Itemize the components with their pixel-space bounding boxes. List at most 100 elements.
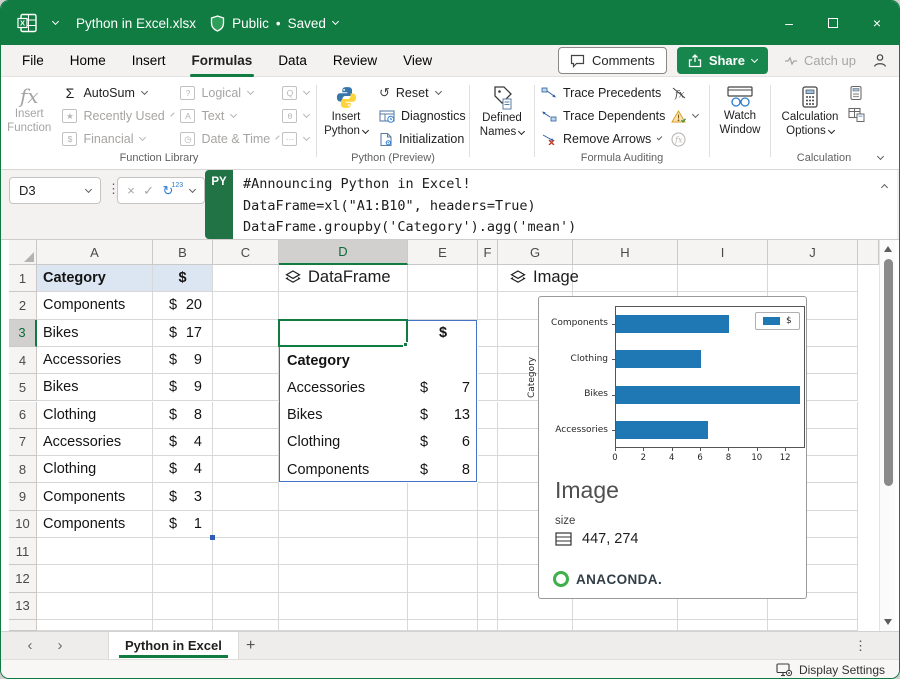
text-button[interactable]: A Text: [177, 105, 273, 127]
cell-A3[interactable]: Bikes: [37, 320, 153, 347]
tab-view[interactable]: View: [390, 45, 445, 77]
grid-cell-F4[interactable]: [478, 347, 498, 374]
row-header-2[interactable]: 2: [9, 292, 37, 319]
add-sheet-button[interactable]: +: [246, 637, 255, 655]
row-header-4[interactable]: 4: [9, 347, 37, 374]
grid-cell-C1[interactable]: [213, 265, 279, 292]
trace-dependents-button[interactable]: Trace Dependents: [538, 105, 664, 127]
comments-button[interactable]: Comments: [558, 47, 667, 74]
cell-B1-value-header[interactable]: $: [153, 265, 213, 292]
prev-sheet-button[interactable]: ‹: [15, 637, 45, 654]
grid-cell-F10[interactable]: [478, 511, 498, 538]
row-header-3[interactable]: 3: [9, 320, 37, 347]
grid-cell-B14[interactable]: [153, 620, 213, 631]
tab-home[interactable]: Home: [57, 45, 119, 77]
grid-cell-C10[interactable]: [213, 511, 279, 538]
row-header-10[interactable]: 10: [9, 511, 37, 538]
select-all-corner[interactable]: [9, 240, 37, 265]
formula-input[interactable]: #Announcing Python in Excel!DataFrame=xl…: [233, 170, 897, 239]
grid-cell-F3[interactable]: [478, 320, 498, 347]
grid-cell-F12[interactable]: [478, 565, 498, 592]
grid-cell-B11[interactable]: [153, 538, 213, 565]
grid-cell-D13[interactable]: [279, 593, 408, 620]
grid-cell-C5[interactable]: [213, 374, 279, 401]
column-header-F[interactable]: F: [478, 240, 498, 265]
grid-cell-D14[interactable]: [279, 620, 408, 631]
reset-button[interactable]: ↺ Reset: [376, 82, 464, 104]
grid-cell-E10[interactable]: [408, 511, 478, 538]
insert-function-button[interactable]: fx Insert Function: [5, 82, 53, 150]
grid-cell-B13[interactable]: [153, 593, 213, 620]
cell-B4[interactable]: $9: [153, 347, 213, 374]
trace-precedents-button[interactable]: Trace Precedents: [538, 82, 664, 104]
grid-cell-E1[interactable]: [408, 265, 478, 292]
scroll-down-arrow[interactable]: [884, 619, 892, 625]
grid-cell-C2[interactable]: [213, 292, 279, 319]
sheet-bar-menu[interactable]: ⋮: [854, 638, 867, 654]
grid-cell-F8[interactable]: [478, 456, 498, 483]
tab-review[interactable]: Review: [320, 45, 390, 77]
cell-B6[interactable]: $8: [153, 402, 213, 429]
grid-cell-F13[interactable]: [478, 593, 498, 620]
grid-cell-F2[interactable]: [478, 292, 498, 319]
selected-cell-D3[interactable]: [278, 319, 408, 347]
cell-A10[interactable]: Components: [37, 511, 153, 538]
grid-cell-B12[interactable]: [153, 565, 213, 592]
watch-window-button[interactable]: Watch Window: [713, 82, 767, 169]
row-header-7[interactable]: 7: [9, 429, 37, 456]
share-button[interactable]: Share: [677, 47, 768, 74]
cancel-icon[interactable]: ×: [127, 183, 135, 198]
python-formula-icon[interactable]: ↻123: [162, 183, 173, 199]
column-header-H[interactable]: H: [573, 240, 678, 265]
cell-A9[interactable]: Components: [37, 483, 153, 510]
people-icon[interactable]: [872, 53, 889, 68]
defined-names-button[interactable]: Defined Names: [474, 82, 530, 169]
grid-cell-E12[interactable]: [408, 565, 478, 592]
grid-cell-H14[interactable]: [573, 620, 678, 631]
grid-cell-C4[interactable]: [213, 347, 279, 374]
cell-A4[interactable]: Accessories: [37, 347, 153, 374]
tab-file[interactable]: File: [9, 45, 57, 77]
grid-cell-I1[interactable]: [678, 265, 768, 292]
date-time-button[interactable]: ◷ Date & Time: [177, 128, 273, 150]
grid-cell-C14[interactable]: [213, 620, 279, 631]
cell-A6[interactable]: Clothing: [37, 402, 153, 429]
grid-cell-C11[interactable]: [213, 538, 279, 565]
grid-cell-D2[interactable]: [279, 292, 408, 319]
grid-cell-G14[interactable]: [498, 620, 573, 631]
grid-cell-C13[interactable]: [213, 593, 279, 620]
close-button[interactable]: ×: [855, 1, 899, 45]
next-sheet-button[interactable]: ›: [45, 637, 75, 654]
cell-B3[interactable]: $17: [153, 320, 213, 347]
tab-formulas[interactable]: Formulas: [179, 45, 266, 77]
catch-up-button[interactable]: Catch up: [778, 53, 862, 68]
calculate-now-button[interactable]: [848, 85, 870, 101]
row-header-13[interactable]: 13: [9, 593, 37, 620]
insert-python-button[interactable]: Insert Python: [320, 82, 372, 150]
cell-B9[interactable]: $3: [153, 483, 213, 510]
sheet-tab-active[interactable]: Python in Excel: [108, 632, 239, 659]
grid-cell-D10[interactable]: [279, 511, 408, 538]
diagnostics-button[interactable]: Diagnostics: [376, 105, 464, 127]
cell-B7[interactable]: $4: [153, 429, 213, 456]
column-header-J[interactable]: J: [768, 240, 858, 265]
column-header-B[interactable]: B: [153, 240, 213, 265]
financial-button[interactable]: $ Financial: [59, 128, 171, 150]
quick-access-chevron-icon[interactable]: [52, 18, 59, 25]
collapse-ribbon-button[interactable]: [877, 153, 884, 160]
row-header-1[interactable]: 1: [9, 265, 37, 292]
row-header-5[interactable]: 5: [9, 374, 37, 401]
cell-B2[interactable]: $20: [153, 292, 213, 319]
grid-cell-F9[interactable]: [478, 483, 498, 510]
fill-handle[interactable]: [403, 342, 408, 347]
vertical-scrollbar[interactable]: [879, 240, 895, 631]
grid-cell-D11[interactable]: [279, 538, 408, 565]
column-header-E[interactable]: E: [408, 240, 478, 265]
grid-cell-A11[interactable]: [37, 538, 153, 565]
minimize-button[interactable]: –: [767, 1, 811, 45]
recently-used-button[interactable]: ★ Recently Used: [59, 105, 171, 127]
column-header-G[interactable]: G: [498, 240, 573, 265]
grid-cell-A13[interactable]: [37, 593, 153, 620]
grid-cell-E14[interactable]: [408, 620, 478, 631]
image-card[interactable]: ComponentsClothingBikesAccessories024681…: [538, 296, 807, 599]
